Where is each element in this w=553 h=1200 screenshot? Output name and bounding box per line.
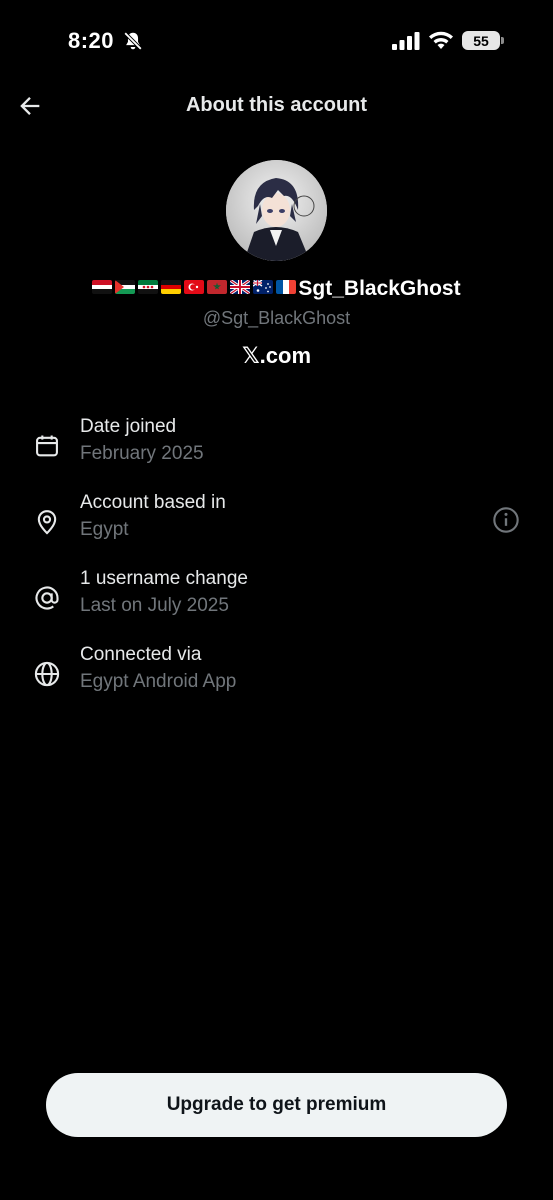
- info-username-change: 1 username change Last on July 2025: [0, 568, 553, 628]
- calendar-icon: [36, 435, 58, 457]
- australia-flag-icon: [253, 280, 274, 295]
- site-label: 𝕏.com: [241, 343, 312, 368]
- avatar: [226, 160, 327, 261]
- uk-flag-icon: [230, 280, 251, 295]
- header: About this account: [0, 80, 553, 132]
- info-value: Last on July 2025: [80, 595, 229, 616]
- palestine-flag-icon: [115, 280, 136, 295]
- upgrade-premium-button[interactable]: Upgrade to get premium: [46, 1073, 507, 1137]
- wifi-icon: [429, 31, 453, 49]
- flag-icons: [92, 280, 297, 295]
- france-flag-icon: [276, 280, 297, 295]
- info-value: Egypt: [80, 519, 129, 540]
- status-bar: 8:20 55: [0, 0, 553, 80]
- display-name: Sgt_BlackGhost: [298, 277, 461, 300]
- info-circle-icon[interactable]: [492, 506, 520, 534]
- bell-off-icon: [123, 31, 143, 51]
- info-label: Connected via: [80, 644, 202, 665]
- turkey-flag-icon: [184, 280, 205, 295]
- status-time: 8:20: [68, 28, 115, 53]
- cellular-signal-icon: [392, 32, 420, 50]
- battery-icon: 55: [462, 31, 504, 50]
- info-value: February 2025: [80, 443, 204, 464]
- globe-icon: [34, 661, 60, 687]
- display-name-row: Sgt_BlackGhost: [0, 277, 553, 301]
- info-account-based-in: Account based in Egypt: [0, 492, 553, 552]
- info-label: 1 username change: [80, 568, 248, 589]
- morocco-flag-icon: [207, 280, 228, 295]
- info-connected-via: Connected via Egypt Android App: [0, 644, 553, 704]
- info-label: Account based in: [80, 492, 226, 513]
- info-date-joined: Date joined February 2025: [0, 416, 553, 476]
- info-label: Date joined: [80, 416, 177, 437]
- account-handle: @Sgt_BlackGhost: [202, 308, 351, 328]
- location-pin-icon: [37, 510, 57, 535]
- germany-flag-icon: [161, 280, 182, 295]
- at-sign-icon: [35, 586, 59, 610]
- info-value: Egypt Android App: [80, 671, 237, 692]
- egypt-flag-icon: [92, 280, 113, 295]
- syria-flag-icon: [138, 280, 159, 295]
- page-title: About this account: [185, 94, 368, 116]
